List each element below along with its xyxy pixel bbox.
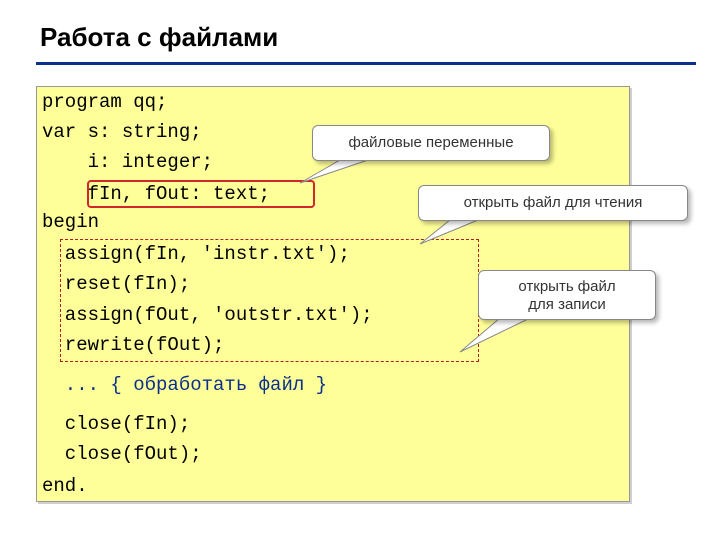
callout-open-for-writing: открыть файл для записи xyxy=(478,270,656,320)
callout-file-variables-text: файловые переменные xyxy=(348,134,514,151)
callout-open-for-reading: открыть файл для чтения xyxy=(418,185,688,221)
callout-open-for-reading-text: открыть файл для чтения xyxy=(463,194,643,211)
callout-open-for-writing-line1: открыть файл xyxy=(518,278,616,295)
callout-open-for-writing-line2: для записи xyxy=(528,296,606,313)
callout-file-variables: файловые переменные xyxy=(312,125,550,161)
open-write-pointer xyxy=(459,317,531,353)
open-read-pointer xyxy=(419,219,479,245)
file-vars-pointer xyxy=(299,159,369,184)
